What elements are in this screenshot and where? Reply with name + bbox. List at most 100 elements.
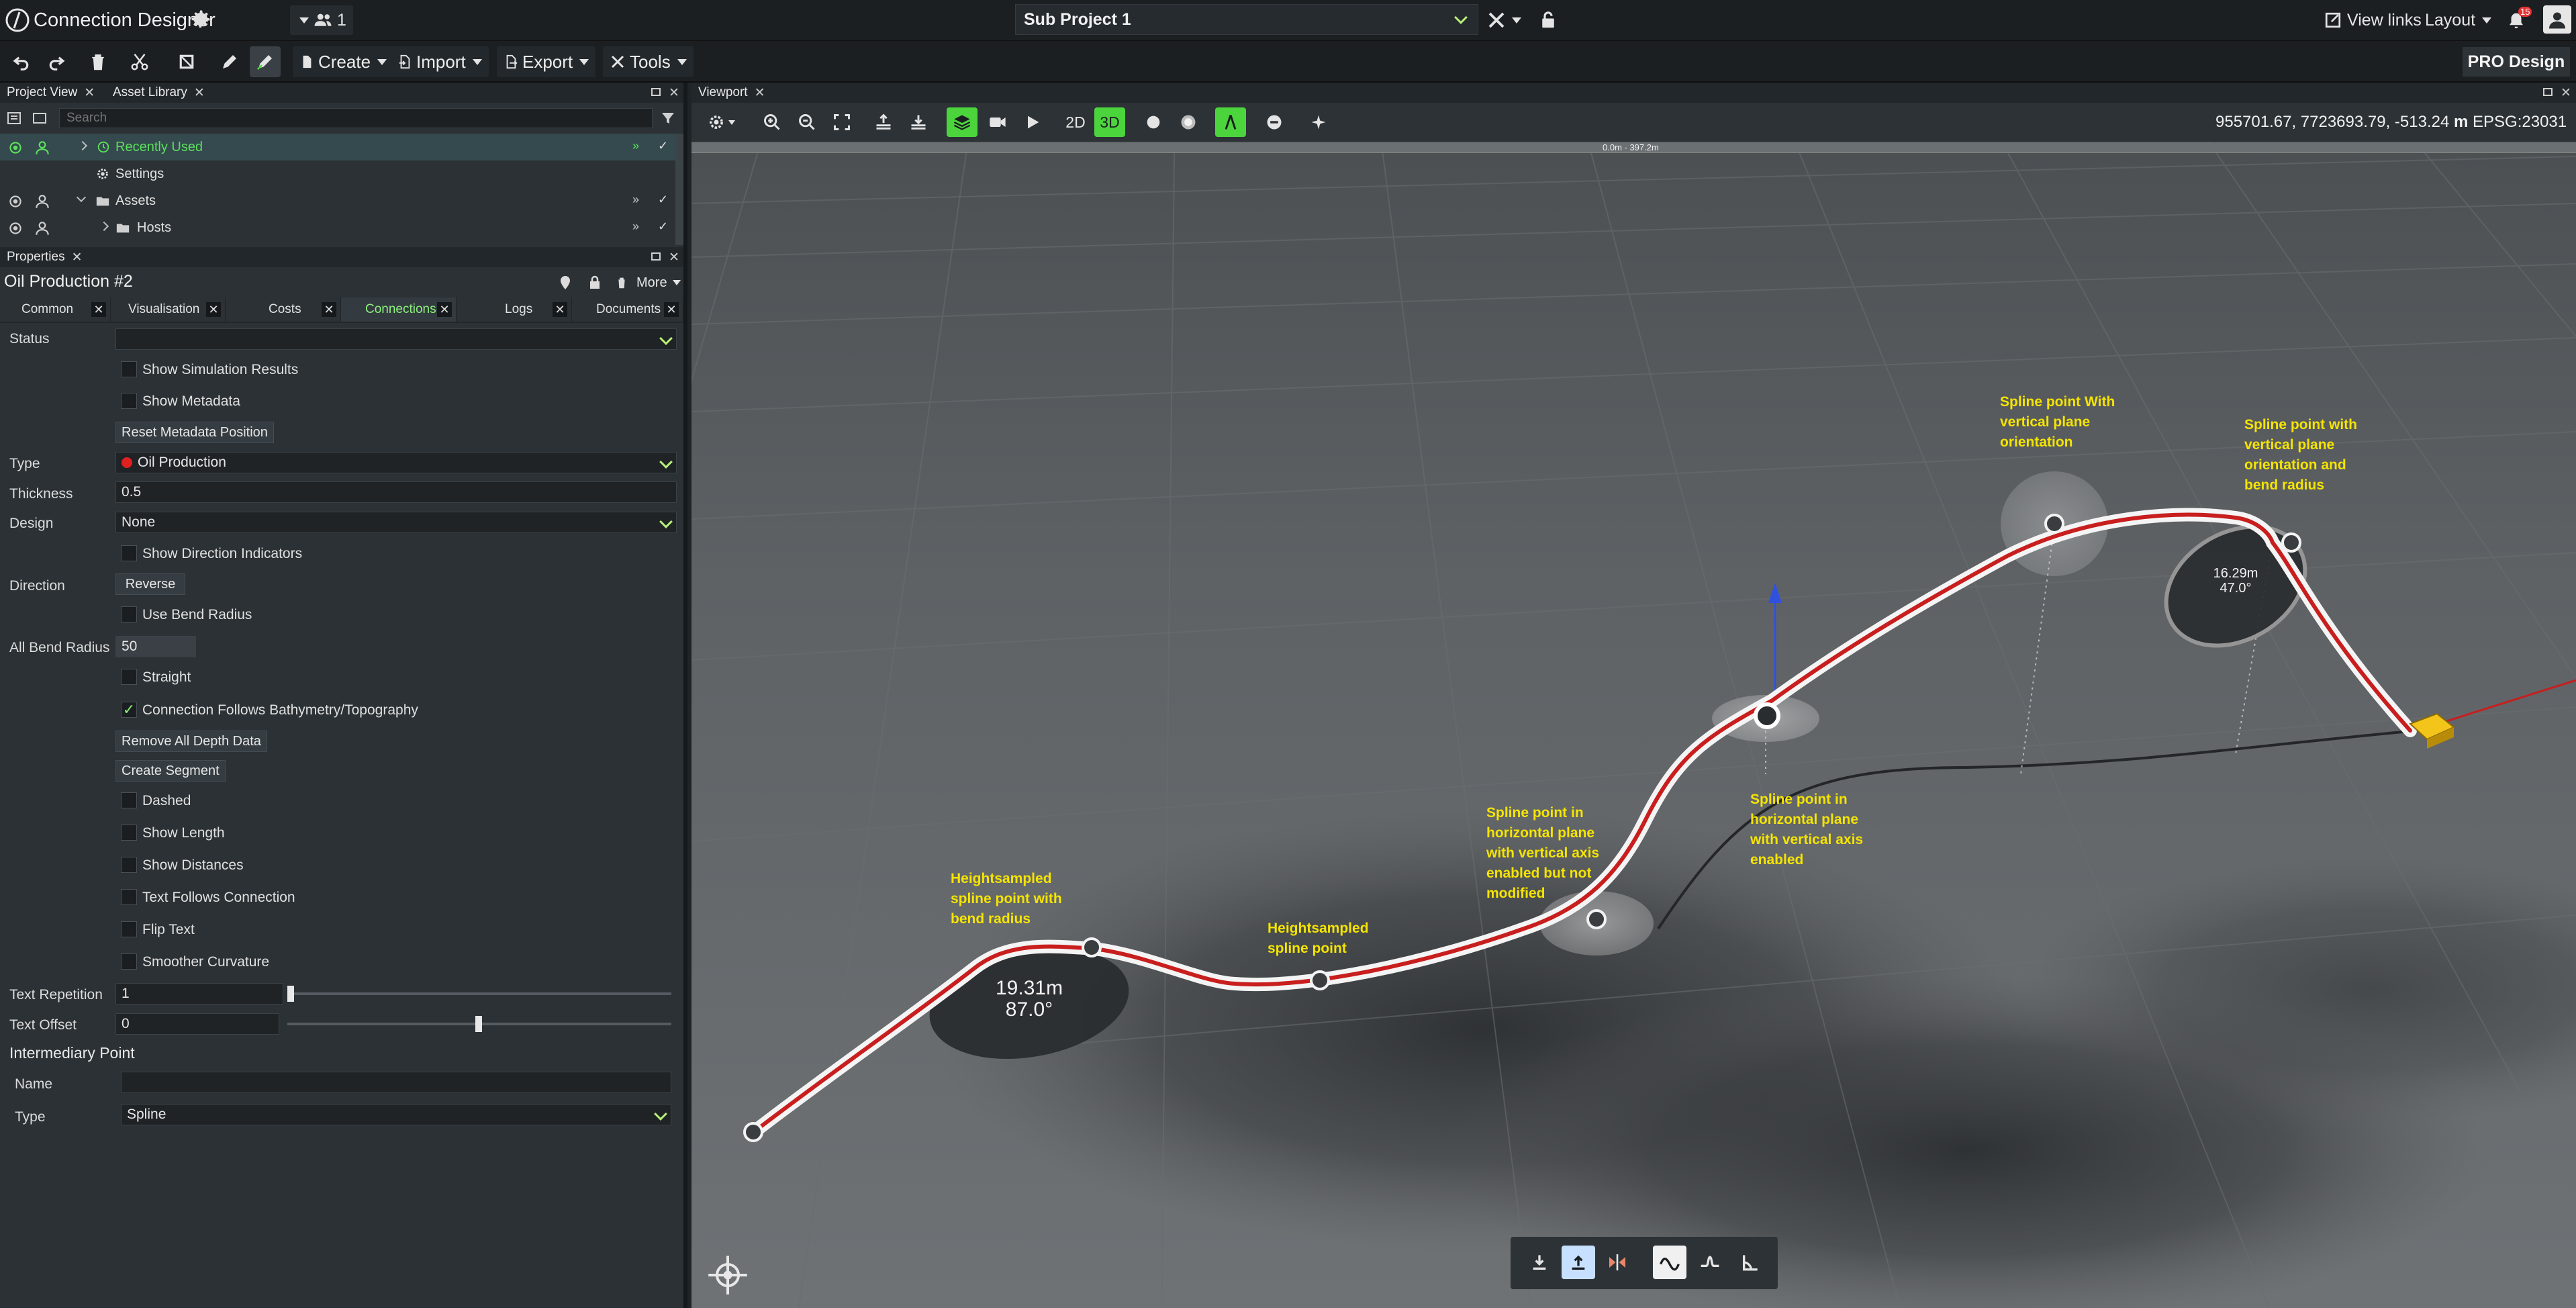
create-menu[interactable]: Create	[293, 46, 394, 77]
show-distances-checkbox[interactable]	[121, 857, 137, 873]
tree-item-assets[interactable]: Assets » ✓	[0, 187, 675, 214]
close-icon[interactable]: ✕	[322, 302, 336, 317]
maximize-icon[interactable]	[651, 88, 661, 96]
close-icon[interactable]: ✕	[72, 250, 83, 265]
maximize-icon[interactable]	[651, 252, 661, 261]
tab-documents[interactable]: Documents ✕	[572, 297, 683, 322]
show-metadata-checkbox[interactable]	[121, 393, 137, 409]
close-icon[interactable]: ✕	[755, 85, 765, 101]
project-search-input[interactable]	[59, 108, 653, 128]
remove-depth-data-button[interactable]: Remove All Depth Data	[115, 731, 267, 752]
record-icon[interactable]	[1259, 107, 1289, 137]
spline-point[interactable]	[1586, 909, 1607, 929]
tree-item-recently-used[interactable]: Recently Used » ✓	[0, 134, 675, 160]
slider-handle[interactable]	[475, 1016, 482, 1032]
expand-all-icon[interactable]: »	[632, 193, 639, 207]
text-follows-connection-checkbox[interactable]	[121, 889, 137, 905]
tab-costs[interactable]: Costs ✕	[226, 297, 341, 322]
project-tools-dropdown[interactable]	[1482, 5, 1525, 35]
user-visibility-icon[interactable]	[34, 139, 51, 156]
visibility-icon[interactable]	[7, 193, 24, 210]
tab-logs[interactable]: Logs ✕	[457, 297, 572, 322]
use-bend-radius-checkbox[interactable]	[121, 606, 137, 622]
expand-all-icon[interactable]: »	[632, 220, 639, 234]
flip-text-checkbox[interactable]	[121, 921, 137, 937]
gear-icon[interactable]	[188, 7, 213, 32]
reset-metadata-position-button[interactable]: Reset Metadata Position	[115, 422, 274, 443]
upload-icon[interactable]	[1562, 1246, 1595, 1279]
viewport-canvas[interactable]: 19.31m 87.0° 16.29m 47.0° Heightsampled …	[691, 103, 2576, 1308]
user-avatar-icon[interactable]	[2543, 5, 2571, 34]
tools-menu[interactable]: Tools	[603, 46, 694, 77]
create-segment-button[interactable]: Create Segment	[115, 760, 226, 782]
thickness-input[interactable]: 0.5	[115, 481, 677, 503]
close-icon[interactable]: ✕	[194, 85, 205, 101]
view-settings-dropdown[interactable]	[701, 107, 741, 137]
tree-item-settings[interactable]: Settings	[0, 160, 675, 187]
play-icon[interactable]	[1018, 107, 1047, 137]
zoom-in-icon[interactable]	[757, 107, 787, 137]
layers-icon[interactable]	[947, 107, 977, 137]
chevron-down-icon[interactable]	[76, 192, 87, 203]
redo-icon[interactable]	[42, 46, 71, 77]
project-select[interactable]: Sub Project 1	[1015, 4, 1478, 35]
close-icon[interactable]: ✕	[664, 302, 679, 317]
lighting-icon[interactable]	[1174, 107, 1203, 137]
mode-3d-button[interactable]: 3D	[1094, 107, 1125, 137]
notifications-button[interactable]: 15	[2506, 7, 2533, 34]
measure-icon[interactable]	[1215, 107, 1246, 137]
tree-view-icon[interactable]	[5, 109, 23, 127]
tree-item-hosts[interactable]: Hosts » ✓	[0, 214, 675, 241]
filter-icon[interactable]	[659, 109, 677, 127]
download-icon[interactable]	[1523, 1246, 1556, 1279]
view-links-button[interactable]: View links	[2324, 7, 2422, 34]
all-bend-radius-input[interactable]: 50	[115, 636, 196, 657]
mode-2d-button[interactable]: 2D	[1061, 107, 1090, 137]
tree-scrollbar[interactable]	[675, 134, 683, 245]
check-icon[interactable]: ✓	[658, 139, 668, 153]
close-icon[interactable]: ✕	[669, 85, 679, 101]
text-offset-input[interactable]: 0	[115, 1013, 279, 1035]
show-direction-indicators-checkbox[interactable]	[121, 545, 137, 561]
spline-point[interactable]	[2044, 514, 2064, 534]
close-icon[interactable]: ✕	[91, 302, 106, 317]
tab-properties[interactable]: Properties ✕	[0, 247, 89, 267]
close-icon[interactable]: ✕	[553, 302, 567, 317]
chevron-right-icon[interactable]	[99, 221, 109, 232]
type-select[interactable]: Oil Production	[115, 452, 677, 473]
close-icon[interactable]: ✕	[2561, 85, 2571, 101]
users-dropdown[interactable]: 1	[290, 5, 353, 35]
reverse-button[interactable]: Reverse	[115, 573, 185, 595]
tab-common[interactable]: Common ✕	[0, 297, 111, 322]
visibility-icon[interactable]	[7, 139, 24, 156]
show-length-checkbox[interactable]	[121, 825, 137, 841]
sparkle-icon[interactable]	[1304, 107, 1333, 137]
step-curve-icon[interactable]	[1693, 1246, 1727, 1279]
compass-icon[interactable]	[705, 1252, 751, 1298]
flip-icon[interactable]	[1601, 1246, 1634, 1279]
spline-point[interactable]	[1310, 970, 1330, 990]
name-input[interactable]	[121, 1072, 671, 1093]
more-dropdown[interactable]: More	[636, 272, 681, 293]
text-offset-slider[interactable]	[287, 1016, 671, 1032]
folder-view-icon[interactable]	[31, 109, 48, 127]
user-visibility-icon[interactable]	[34, 220, 51, 237]
design-select[interactable]: None	[115, 512, 677, 533]
straight-checkbox[interactable]	[121, 669, 137, 685]
chevron-right-icon[interactable]	[77, 140, 88, 151]
terrain-up-icon[interactable]	[869, 107, 898, 137]
status-select[interactable]	[115, 328, 677, 350]
angle-icon[interactable]	[1733, 1246, 1767, 1279]
smoother-curvature-checkbox[interactable]	[121, 953, 137, 970]
unlock-icon[interactable]	[1535, 7, 1562, 34]
ruler-pencil-icon[interactable]	[250, 46, 281, 77]
camera-icon[interactable]	[983, 107, 1012, 137]
spline-curve-icon[interactable]	[1653, 1246, 1686, 1279]
ip-type-select[interactable]: Spline	[121, 1104, 671, 1125]
check-icon[interactable]: ✓	[658, 193, 668, 207]
import-menu[interactable]: Import	[391, 46, 489, 77]
shading-icon[interactable]	[1139, 107, 1168, 137]
tab-viewport[interactable]: Viewport ✕	[691, 83, 772, 103]
follows-bathymetry-checkbox[interactable]: ✓	[121, 702, 137, 718]
text-repetition-slider[interactable]	[287, 986, 671, 1002]
